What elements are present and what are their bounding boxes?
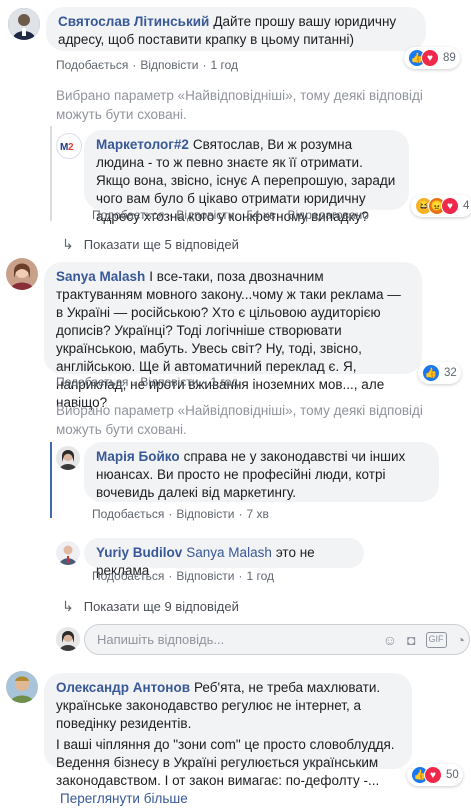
person-icon — [6, 671, 38, 703]
reply-arrow-icon: ↳ — [62, 236, 74, 252]
input-icons: ☺ ◘ GIF ◔ — [383, 632, 465, 648]
comment-author[interactable]: Святослав Літинський — [58, 14, 209, 29]
person-icon — [6, 258, 38, 290]
timestamp[interactable]: 54 хв — [246, 208, 275, 222]
person-icon — [56, 627, 80, 651]
reaction-count[interactable]: 😆 😠 ♥ 4 — [411, 195, 471, 217]
show-more-replies-link[interactable]: ↳ Показати ще 9 відповідей — [62, 598, 239, 615]
edited-label[interactable]: Відредаговано — [288, 208, 369, 222]
like-reaction-icon: 👍 — [422, 364, 440, 382]
avatar[interactable] — [56, 541, 80, 565]
avatar[interactable] — [6, 258, 38, 290]
comment-bubble: Олександр Антонов Реб'ята, не треба махлю… — [44, 673, 412, 806]
sticker-icon[interactable]: ◔ — [457, 632, 465, 648]
reaction-count[interactable]: 👍 ♥ 89 — [404, 47, 460, 69]
relevant-filter-note: Вибрано параметр «Найвідповідніші», тому… — [56, 88, 423, 122]
current-user-avatar — [56, 627, 80, 651]
reply-placeholder: Напишіть відповідь... — [97, 632, 225, 647]
reaction-count[interactable]: 👍 32 — [418, 362, 461, 384]
like-link[interactable]: Подобається — [92, 569, 164, 583]
comment-actions: Подобається · Відповісти · 1 год — [92, 569, 274, 583]
comment-bubble: Марія Бойко справа не у законодавстві чи … — [84, 442, 439, 502]
comment-actions: Подобається · Відповісти · 1 год — [56, 58, 238, 72]
person-icon — [56, 541, 80, 565]
reply-link[interactable]: Відповісти — [176, 208, 234, 222]
comment-actions: Подобається · Відповісти · 7 хв — [92, 507, 269, 521]
comment-bubble: Sanya Malash І все-таки, поза двозначним … — [44, 262, 422, 410]
reaction-count[interactable]: 👍 ♥ 50 — [407, 764, 463, 786]
reply-link[interactable]: Відповісти — [140, 375, 198, 389]
comment-actions: Подобається · Відповісти · 54 хв · Відредагова… — [92, 208, 369, 222]
show-more-replies-link[interactable]: ↳ Показати ще 5 відповідей — [62, 236, 239, 253]
reply-link[interactable]: Відповісти — [140, 58, 198, 72]
timestamp[interactable]: 1 год — [210, 375, 238, 389]
relevant-filter-note: Вибрано параметр «Найвідповідніші», тому… — [56, 403, 423, 437]
love-reaction-icon: ♥ — [441, 197, 459, 215]
person-icon — [8, 8, 40, 40]
reply-link[interactable]: Відповісти — [176, 507, 234, 521]
comment-body: Олександр Антонов Реб'ята, не треба махлю… — [56, 679, 400, 733]
like-link[interactable]: Подобається — [92, 208, 164, 222]
timestamp[interactable]: 7 хв — [246, 507, 268, 521]
comment-author[interactable]: Маркетолог#2 — [96, 137, 189, 152]
comment-author[interactable]: Марія Бойко — [96, 449, 180, 464]
gif-icon[interactable]: GIF — [425, 632, 447, 648]
reply-arrow-icon: ↳ — [62, 598, 74, 614]
like-link[interactable]: Подобається — [56, 375, 128, 389]
comment-bubble: Святослав Літинський Дайте прошу вашу юри… — [46, 7, 426, 51]
reply-thread-line — [50, 442, 52, 518]
see-more-link[interactable]: Переглянути більше — [60, 791, 188, 806]
reply-link[interactable]: Відповісти — [176, 569, 234, 583]
comment-author[interactable]: Олександр Антонов — [56, 680, 190, 695]
mention-link[interactable]: Sanya Malash — [186, 545, 272, 560]
page-logo-icon: M2 — [60, 142, 74, 153]
comment-author[interactable]: Yuriy Budilov — [96, 545, 182, 560]
person-icon — [56, 446, 80, 470]
like-link[interactable]: Подобається — [56, 58, 128, 72]
reply-input[interactable]: Напишіть відповідь... ☺ ◘ GIF ◔ — [84, 624, 470, 655]
svg-text:2: 2 — [68, 142, 74, 153]
timestamp[interactable]: 1 год — [210, 58, 238, 72]
timestamp[interactable]: 1 год — [246, 569, 274, 583]
comment-bubble: Маркетолог#2 Святослав, Ви ж розумна люди… — [84, 130, 409, 224]
comment-author[interactable]: Sanya Malash — [56, 269, 145, 284]
emoji-icon[interactable]: ☺ — [383, 632, 397, 648]
love-reaction-icon: ♥ — [424, 766, 442, 784]
like-link[interactable]: Подобається — [92, 507, 164, 521]
avatar[interactable]: M2 — [56, 133, 82, 159]
avatar[interactable] — [8, 8, 40, 40]
comment-text: І ваші чіпляння до "зони com" це просто … — [56, 737, 395, 788]
comment-body-paragraph: І ваші чіпляння до "зони com" це просто … — [56, 736, 400, 808]
comment-bubble: Yuriy Budilov Sanya Malash это не реклама — [84, 538, 364, 578]
avatar[interactable] — [6, 671, 38, 703]
love-reaction-icon: ♥ — [421, 49, 439, 67]
avatar[interactable] — [56, 446, 80, 470]
comment-actions: Подобається · Відповісти · 1 год — [56, 375, 238, 389]
camera-icon[interactable]: ◘ — [407, 632, 415, 648]
reply-thread-line — [50, 126, 52, 221]
